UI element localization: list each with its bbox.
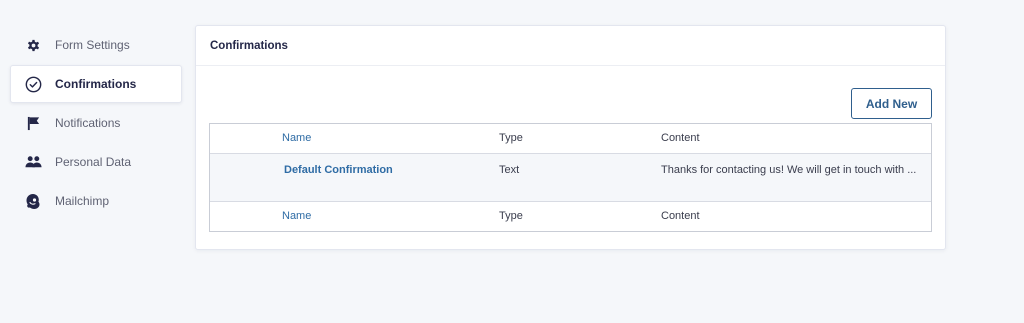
panel-title: Confirmations [196,26,945,66]
mailchimp-icon [24,192,42,210]
column-footer-type: Type [499,210,523,222]
sidebar-item-mailchimp[interactable]: Mailchimp [10,182,182,220]
check-circle-icon [24,75,42,93]
sidebar-item-label: Confirmations [55,77,137,91]
flag-icon [24,114,42,132]
column-footer-content: Content [661,210,700,222]
sidebar-item-label: Form Settings [55,38,130,52]
column-header-name[interactable]: Name [282,124,311,153]
column-header-content: Content [661,132,700,144]
table-footer-row: Name Type Content [210,202,931,231]
sidebar-item-label: Personal Data [55,155,132,169]
confirmations-table: Name Type Content Default Confirmation T… [209,123,932,232]
add-new-button[interactable]: Add New [851,88,932,119]
confirmation-type: Text [499,164,520,176]
sidebar-item-label: Mailchimp [55,194,110,208]
form-settings-sidebar: Form Settings Confirmations Notification… [10,26,182,221]
table-row[interactable]: Default Confirmation Text Thanks for con… [210,154,931,202]
confirmation-content: Thanks for contacting us! We will get in… [661,164,917,176]
confirmation-name-link[interactable]: Default Confirmation [284,164,393,176]
table-header-row: Name Type Content [210,124,931,154]
users-icon [24,153,42,171]
confirmations-panel: Confirmations Add New Name Type Content … [195,25,946,250]
sidebar-item-personal-data[interactable]: Personal Data [10,143,182,181]
column-footer-name[interactable]: Name [282,202,311,231]
sidebar-item-label: Notifications [55,116,121,130]
sidebar-item-notifications[interactable]: Notifications [10,104,182,142]
gear-icon [24,36,42,54]
sidebar-item-confirmations[interactable]: Confirmations [10,65,182,103]
sidebar-item-form-settings[interactable]: Form Settings [10,26,182,64]
column-header-type: Type [499,132,523,144]
